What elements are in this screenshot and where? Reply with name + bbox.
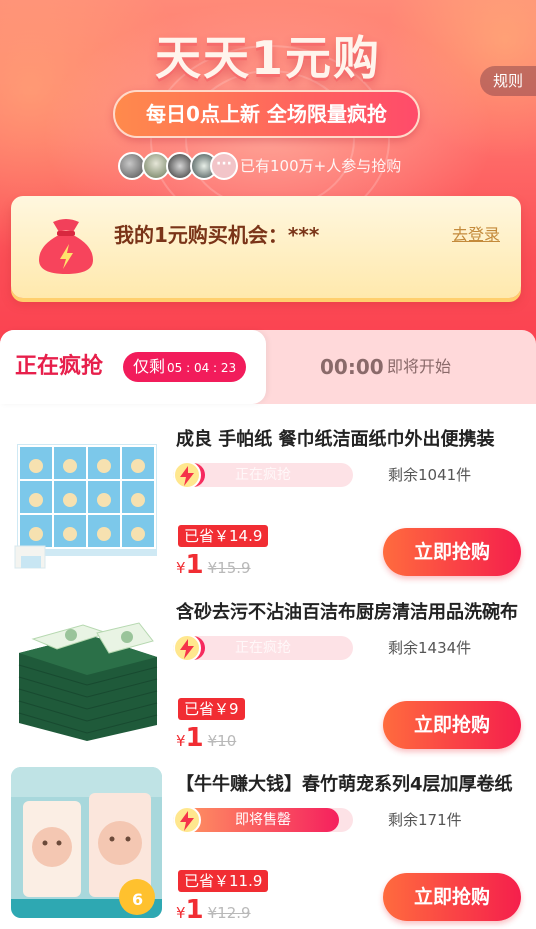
- sale-price: 1: [185, 550, 204, 580]
- original-price: ¥10: [207, 732, 237, 750]
- purchase-chance-card: 我的1元购买机会：*** 去登录: [11, 196, 521, 298]
- rules-button[interactable]: 规则: [480, 66, 536, 96]
- currency-symbol: ¥: [176, 559, 186, 577]
- lightning-icon: [173, 806, 201, 834]
- stock-remaining: 剩余1434件: [388, 639, 472, 657]
- buy-now-button[interactable]: 立即抢购: [383, 528, 521, 576]
- buy-now-button[interactable]: 立即抢购: [383, 873, 521, 921]
- product-image[interactable]: [11, 595, 162, 746]
- tab-upcoming-label[interactable]: 即将开始: [387, 354, 451, 380]
- sale-price: 1: [185, 723, 204, 753]
- countdown-badge: 仅剩 05 : 04 : 23: [123, 352, 247, 382]
- countdown-time: 05 : 04 : 23: [167, 361, 237, 375]
- product-item[interactable]: 6 【牛牛赚大钱】春竹萌宠系列4层加厚卷纸 即将售罄 剩余171件 已省￥11.…: [0, 756, 536, 926]
- money-bag-icon: [33, 216, 99, 278]
- login-link[interactable]: 去登录: [452, 222, 500, 248]
- savings-badge: 已省￥11.9: [178, 870, 269, 892]
- tab-now-selling-label: 正在疯抢: [15, 354, 104, 379]
- slogan-banner: 每日0点上新 全场限量疯抢: [113, 90, 420, 138]
- lightning-icon: [173, 634, 201, 662]
- more-avatars-icon: ···: [210, 152, 238, 180]
- buy-now-button[interactable]: 立即抢购: [383, 701, 521, 749]
- savings-badge: 已省￥9: [178, 698, 245, 720]
- savings-badge: 已省￥14.9: [178, 525, 269, 547]
- tab-upcoming-time[interactable]: 00:00: [320, 352, 384, 382]
- lightning-icon: [173, 461, 201, 489]
- hero-title: 天天1元购: [154, 31, 381, 85]
- product-title[interactable]: 含砂去污不沾油百洁布厨房清洁用品洗碗布: [176, 598, 521, 628]
- price: ¥1 ¥10: [176, 723, 236, 756]
- currency-symbol: ¥: [176, 904, 186, 922]
- stock-remaining: 剩余1041件: [388, 466, 472, 484]
- price: ¥1 ¥15.9: [176, 550, 251, 583]
- purchase-chance-label: 我的1元购买机会：***: [114, 223, 320, 247]
- product-title[interactable]: 【牛牛赚大钱】春竹萌宠系列4层加厚卷纸: [176, 770, 521, 800]
- original-price: ¥15.9: [207, 559, 251, 577]
- sale-price: 1: [185, 895, 204, 925]
- product-image[interactable]: 6: [11, 767, 162, 918]
- price: ¥1 ¥12.9: [176, 895, 251, 928]
- participants-count: 已有100万+人参与抢购: [240, 157, 402, 175]
- product-item[interactable]: 成良 手帕纸 餐巾纸洁面纸巾外出便携装 正在疯抢 剩余1041件 已省￥14.9…: [0, 411, 536, 581]
- countdown-prefix: 仅剩: [133, 357, 166, 376]
- currency-symbol: ¥: [176, 732, 186, 750]
- session-tabs: 正在疯抢 仅剩 05 : 04 : 23 00:00 即将开始: [0, 330, 536, 404]
- original-price: ¥12.9: [207, 904, 251, 922]
- product-item[interactable]: 含砂去污不沾油百洁布厨房清洁用品洗碗布 正在疯抢 剩余1434件 已省￥9 ¥1…: [0, 584, 536, 754]
- one-yuan-flash-sale-page: 天天1元购 规则 每日0点上新 全场限量疯抢 ··· 已有100万+人参与抢购 …: [0, 0, 536, 929]
- product-title[interactable]: 成良 手帕纸 餐巾纸洁面纸巾外出便携装: [176, 425, 521, 455]
- product-image[interactable]: [11, 422, 162, 573]
- svg-text:6: 6: [132, 890, 143, 909]
- stock-remaining: 剩余171件: [388, 811, 462, 829]
- tab-now-selling[interactable]: 正在疯抢 仅剩 05 : 04 : 23: [0, 330, 266, 404]
